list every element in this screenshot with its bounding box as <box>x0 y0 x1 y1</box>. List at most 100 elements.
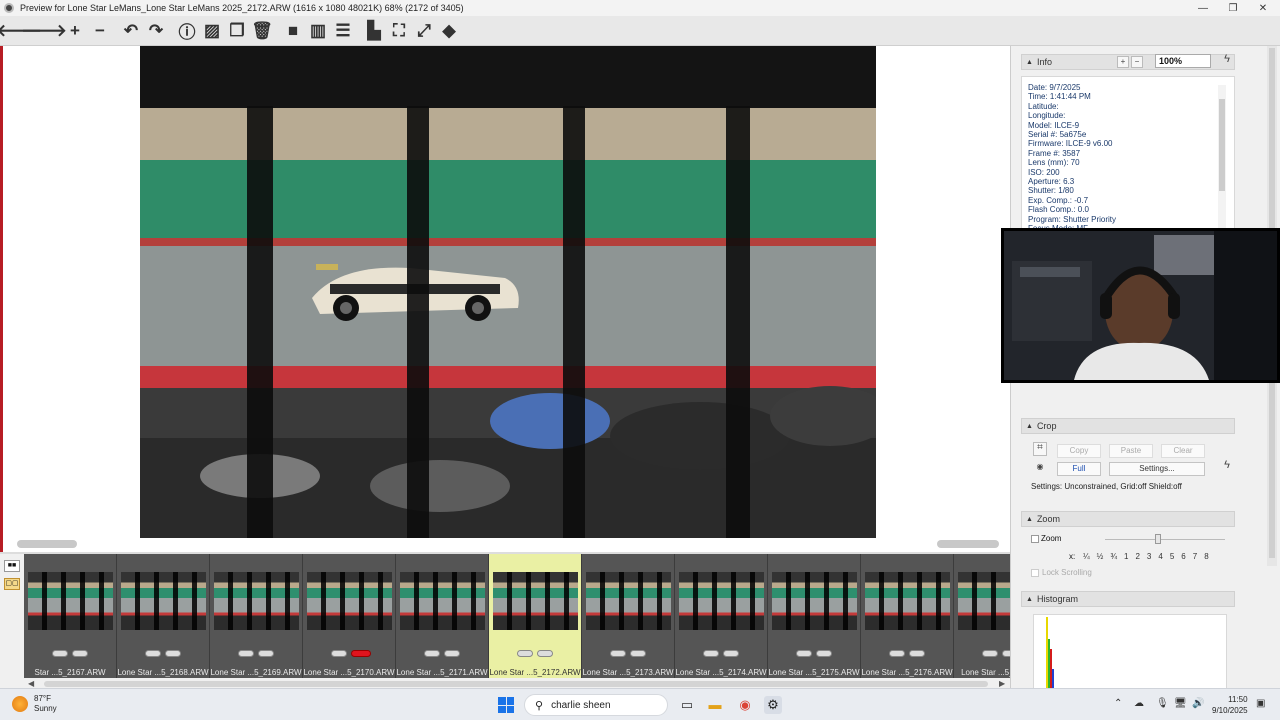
clock[interactable]: 11:50 9/10/2025 <box>1212 694 1248 716</box>
collapse-icon[interactable]: ▲ <box>1026 423 1033 430</box>
lock-scrolling-checkbox[interactable] <box>1031 568 1039 577</box>
collapse-icon[interactable]: ▲ <box>1026 596 1033 603</box>
forward-arrow-icon[interactable]: 🡒 <box>21 20 67 42</box>
start-icon[interactable] <box>498 697 514 713</box>
minimize-button[interactable]: — <box>1188 0 1218 16</box>
lightning-icon[interactable]: ϟ <box>1221 460 1233 472</box>
edit-icon[interactable]: ▨ <box>201 20 223 42</box>
task-view-icon[interactable]: ▭ <box>678 696 696 714</box>
filmstrip-layout-icon[interactable]: ■■ <box>4 560 20 572</box>
frame-thumbnail[interactable] <box>121 572 206 630</box>
color-class-toggle[interactable] <box>723 650 739 657</box>
frame-thumbnail[interactable] <box>865 572 950 630</box>
zoom-panel-header[interactable]: ▲ Zoom <box>1021 511 1235 527</box>
zoom-level-option[interactable]: 2 <box>1135 552 1139 561</box>
filmstrip-frame[interactable]: Lone Star ...5_2170.ARW <box>303 554 396 678</box>
microphone-icon[interactable]: 🎙 <box>1156 698 1169 709</box>
zoom-slider[interactable] <box>1105 539 1225 540</box>
zoom-level-option[interactable]: 7 <box>1193 552 1197 561</box>
zoom-level-option[interactable]: ¼ <box>1083 552 1090 561</box>
color-class-toggle[interactable] <box>444 650 460 657</box>
delete-icon[interactable]: 🗑 <box>251 20 273 42</box>
zoom-out-icon[interactable]: − <box>89 20 111 42</box>
maximize-button[interactable]: ❐ <box>1218 0 1248 16</box>
align-icon[interactable]: ▙ <box>363 20 385 42</box>
copy-icon[interactable]: ❐ <box>226 20 248 42</box>
color-class-toggle[interactable] <box>1002 650 1010 657</box>
frame-thumbnail[interactable] <box>214 572 299 630</box>
crop-panel-header[interactable]: ▲ Crop <box>1021 418 1235 434</box>
fullscreen-icon[interactable]: ⤢ <box>413 20 435 42</box>
scroll-thumb-left[interactable] <box>17 540 77 548</box>
frame-thumbnail[interactable] <box>493 572 578 630</box>
zoom-minus-button[interactable]: − <box>1131 56 1143 68</box>
network-icon[interactable]: 🖥 <box>1174 698 1187 709</box>
zoom-level-option[interactable]: 8 <box>1204 552 1208 561</box>
chrome-icon[interactable]: ◉ <box>736 696 754 714</box>
frame-thumbnail[interactable] <box>307 572 392 630</box>
eye-icon[interactable]: ◉ <box>1033 462 1047 474</box>
zoom-level-option[interactable]: 6 <box>1181 552 1185 561</box>
color-class-toggle[interactable] <box>630 650 646 657</box>
zoom-slider-handle[interactable] <box>1155 534 1161 544</box>
zoom-level-option[interactable]: ¾ <box>1110 552 1117 561</box>
filmstrip-frame[interactable]: Lone Star ...5_2169.ARW <box>210 554 303 678</box>
single-view-icon[interactable]: ■ <box>282 20 304 42</box>
zoom-in-icon[interactable]: + <box>64 20 86 42</box>
photo-mechanic-icon[interactable]: ⚙ <box>764 696 782 714</box>
clear-button[interactable]: Clear <box>1161 444 1205 458</box>
histogram-panel-header[interactable]: ▲ Histogram <box>1021 591 1235 607</box>
frame-thumbnail[interactable] <box>586 572 671 630</box>
volume-icon[interactable]: 🔊 <box>1192 698 1204 709</box>
color-class-toggle[interactable] <box>165 650 181 657</box>
onedrive-icon[interactable]: ☁ <box>1134 698 1144 709</box>
crop-icon[interactable]: ⌗ <box>1033 442 1047 456</box>
preview-image[interactable] <box>140 46 876 538</box>
filmstrip-frame[interactable]: Lone Star ...5_2176.ARW <box>861 554 954 678</box>
info-scrollbar[interactable] <box>1218 85 1226 230</box>
lightning-icon[interactable]: ϟ <box>1221 54 1233 70</box>
fit-icon[interactable]: ⛶ <box>388 20 410 42</box>
dual-view-icon[interactable]: ▥ <box>307 20 329 42</box>
collapse-icon[interactable]: ▲ <box>1026 516 1033 523</box>
filmstrip-frame[interactable]: Lone Star ...5_2175.ARW <box>768 554 861 678</box>
frame-thumbnail[interactable] <box>679 572 764 630</box>
tag-toggle[interactable] <box>889 650 905 657</box>
weather-widget[interactable]: 87°F Sunny <box>12 694 57 714</box>
filmstrip-frame[interactable]: Lone Star ...5_2172.ARW <box>489 554 582 678</box>
tag-toggle[interactable] <box>610 650 626 657</box>
filmstrip-scroll-thumb[interactable] <box>44 681 988 687</box>
tag-toggle[interactable] <box>238 650 254 657</box>
zoom-select[interactable]: 100% <box>1155 54 1211 68</box>
zoom-checkbox[interactable] <box>1031 534 1039 543</box>
filmstrip-frame[interactable]: Star ...5_2167.ARW <box>24 554 117 678</box>
preview-scrollbar[interactable] <box>17 540 1007 548</box>
scroll-left-icon[interactable]: ◀ <box>28 679 34 688</box>
color-class-toggle[interactable] <box>909 650 925 657</box>
tag-toggle[interactable] <box>52 650 68 657</box>
crop-settings-button[interactable]: Settings... <box>1109 462 1205 476</box>
zoom-level-option[interactable]: 1 <box>1124 552 1128 561</box>
tray-chevron-icon[interactable]: ⌃ <box>1114 698 1122 709</box>
tag-toggle[interactable] <box>331 650 347 657</box>
zoom-level-option[interactable]: 3 <box>1147 552 1151 561</box>
filmstrip-frame[interactable]: Lone Star ...5_2173.ARW <box>582 554 675 678</box>
tag-toggle[interactable] <box>517 650 533 657</box>
full-button[interactable]: Full <box>1057 462 1101 476</box>
frame-thumbnail[interactable] <box>958 572 1010 630</box>
stacked-view-icon[interactable]: ☰ <box>332 20 354 42</box>
scroll-thumb-right[interactable] <box>937 540 999 548</box>
color-icon[interactable]: ◆ <box>438 20 460 42</box>
filmstrip-frame[interactable]: Lone Star ...5_2174.ARW <box>675 554 768 678</box>
scroll-right-icon[interactable]: ▶ <box>999 679 1005 688</box>
copy-button[interactable]: Copy <box>1057 444 1101 458</box>
zoom-level-option[interactable]: 5 <box>1170 552 1174 561</box>
filmstrip-thumbs-icon[interactable]: ▢▢ <box>4 578 20 590</box>
tag-toggle[interactable] <box>424 650 440 657</box>
tag-toggle[interactable] <box>703 650 719 657</box>
filmstrip-frame[interactable]: Lone Star ...5_2168.ARW <box>117 554 210 678</box>
color-class-toggle[interactable] <box>537 650 553 657</box>
color-class-toggle[interactable] <box>258 650 274 657</box>
taskbar-search[interactable]: ⚲ charlie sheen <box>524 694 668 716</box>
frame-thumbnail[interactable] <box>772 572 857 630</box>
